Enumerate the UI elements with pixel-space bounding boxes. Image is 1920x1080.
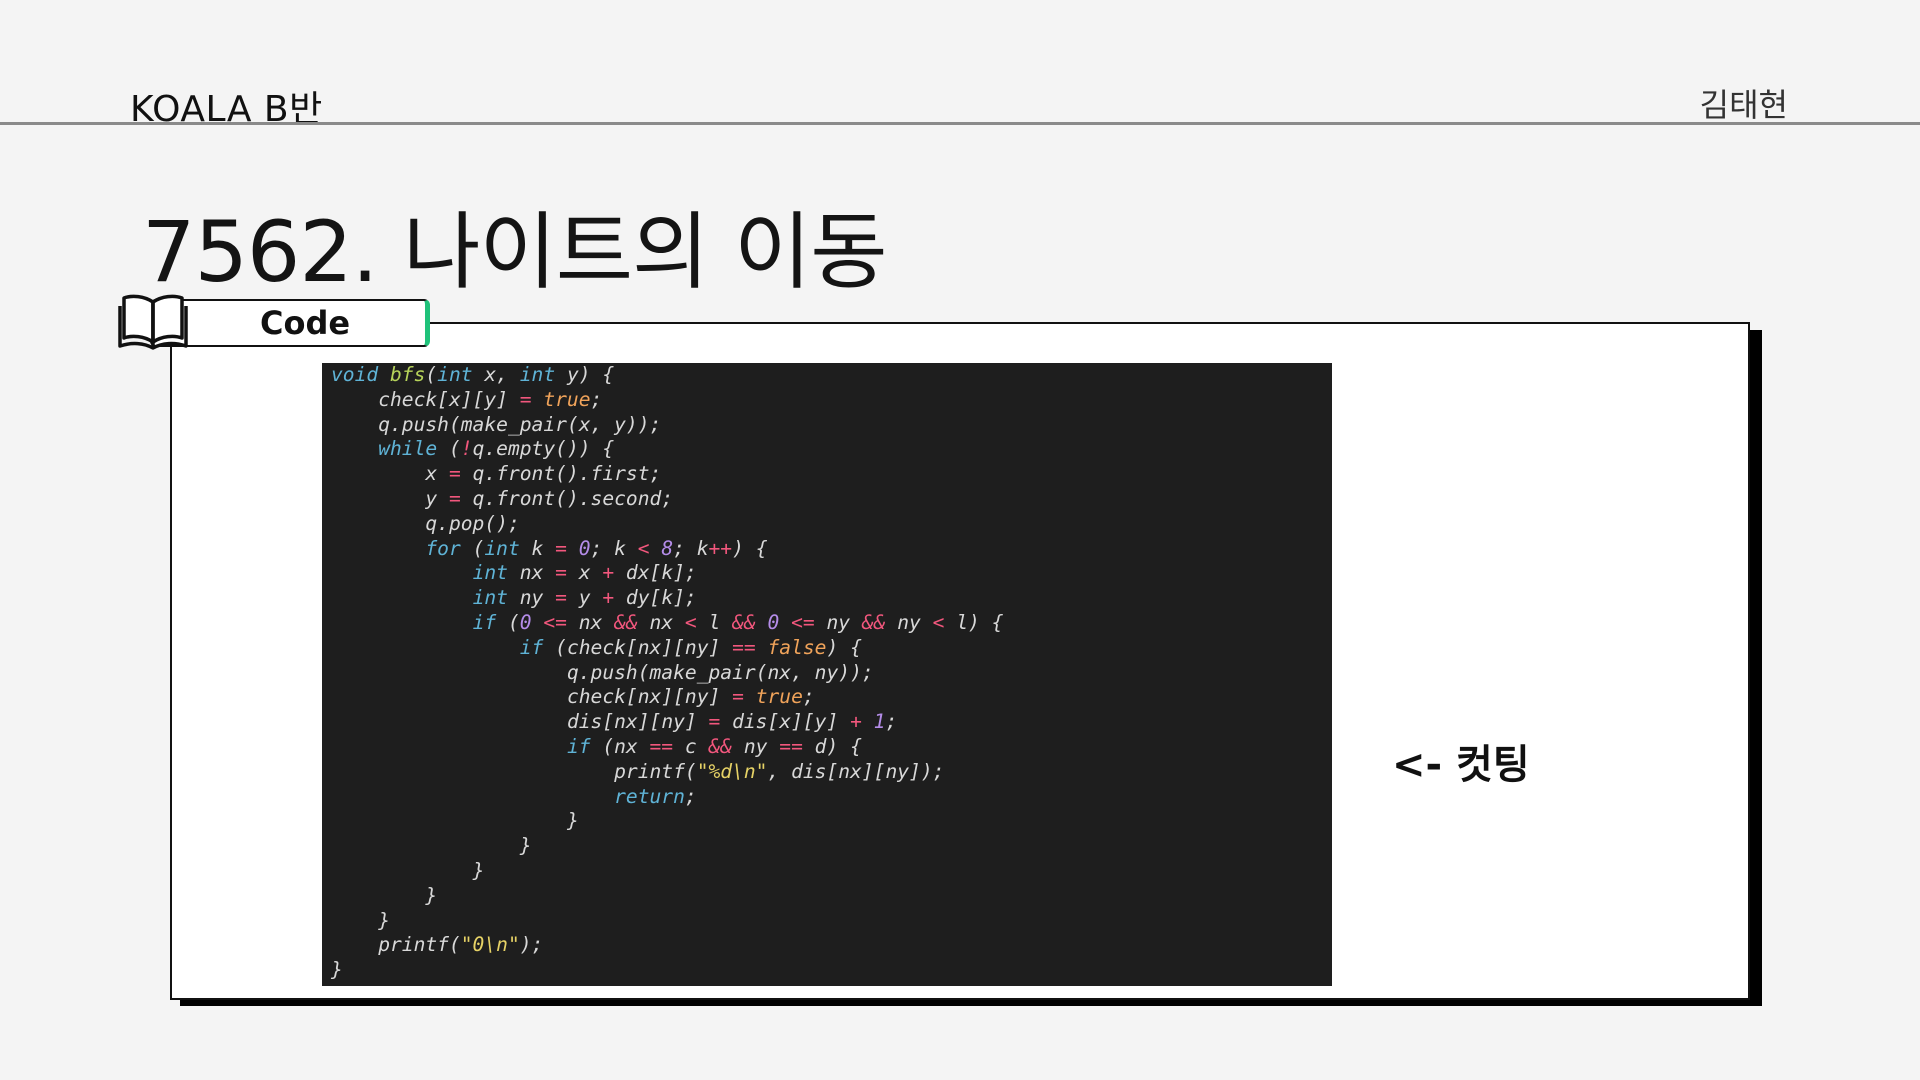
code-line: dis[nx][ny] = dis[x][y] + 1; <box>566 710 898 734</box>
book-icon <box>118 294 188 350</box>
code-line: return; <box>614 784 697 808</box>
code-line: q.push(make_pair(x, y)); <box>378 412 662 436</box>
code-line: printf("0\n"); <box>378 933 544 957</box>
code-line: printf("%d\n", dis[nx][ny]); <box>614 759 945 783</box>
code-line: y = q.front().second; <box>425 486 674 510</box>
code-line: } <box>378 908 390 932</box>
code-line: int nx = x + dx[k]; <box>472 561 697 585</box>
code-line: if (check[nx][ny] == false) { <box>519 635 862 659</box>
code-line: q.pop(); <box>425 511 520 535</box>
code-line: for (int k = 0; k < 8; k++) { <box>425 536 768 560</box>
code-line: q.push(make_pair(nx, ny)); <box>566 660 874 684</box>
code-line: } <box>331 958 343 982</box>
code-line: } <box>425 883 438 907</box>
code-line: } <box>472 858 485 882</box>
code-line: void bfs(int x, int y) { <box>331 363 615 386</box>
code-block: void bfs(int x, int y) { check[x][y] = t… <box>322 363 1332 986</box>
code-line: x = q.front().first; <box>425 462 662 486</box>
author-name: 김태현 <box>1699 86 1788 124</box>
code-line: if (0 <= nx && nx < l && 0 <= ny && ny <… <box>472 610 1004 634</box>
code-line: int ny = y + dy[k]; <box>472 586 697 610</box>
code-line: while (!q.empty()) { <box>378 437 615 461</box>
code-line: if (nx == c && ny == d) { <box>566 734 862 758</box>
code-line: check[nx][ny] = true; <box>566 685 815 709</box>
tab-label: Code <box>260 304 351 342</box>
cutting-annotation: <- 컷팅 <box>1392 742 1530 788</box>
code-text: void bfs(int x, int y) { check[x][y] = t… <box>322 363 1332 983</box>
code-line: } <box>519 834 532 858</box>
code-line: } <box>566 809 579 833</box>
code-line: check[x][y] = true; <box>378 387 603 411</box>
header-divider <box>0 122 1920 125</box>
page-title: 7562. 나이트의 이동 <box>142 203 888 301</box>
